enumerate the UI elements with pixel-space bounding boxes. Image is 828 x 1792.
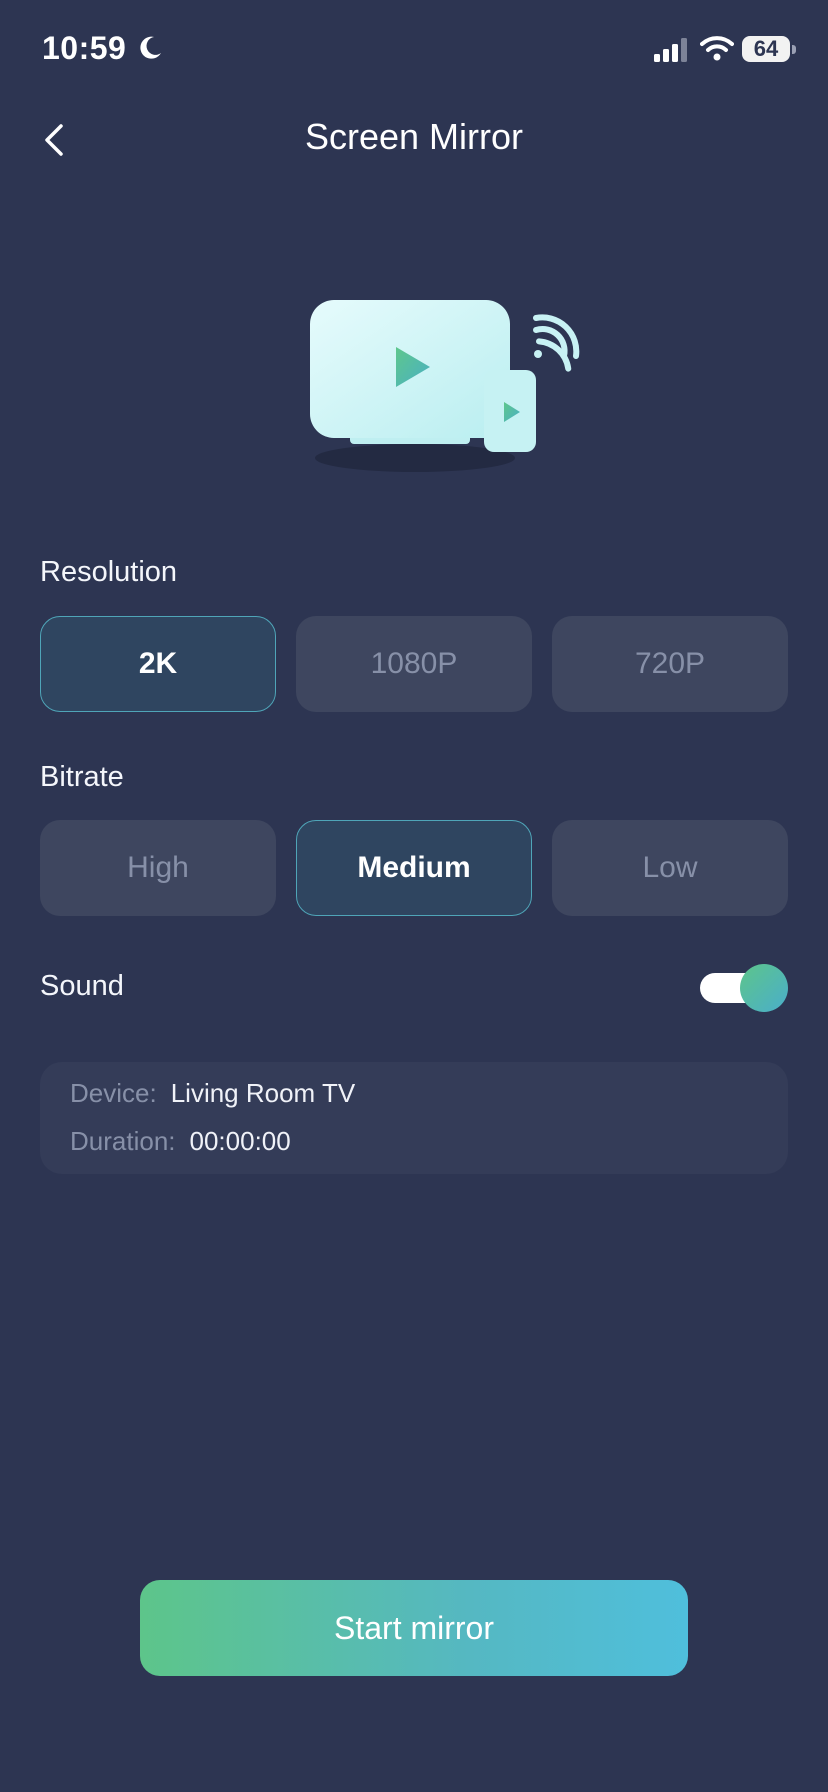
duration-value: 00:00:00 — [189, 1126, 291, 1156]
bitrate-option-low[interactable]: Low — [552, 820, 788, 916]
device-value: Living Room TV — [170, 1078, 356, 1108]
duration-key: Duration: — [70, 1126, 176, 1156]
sound-label: Sound — [40, 970, 124, 1002]
cellular-signal-icon — [654, 38, 687, 62]
start-mirror-button[interactable]: Start mirror — [140, 1580, 688, 1676]
chevron-left-icon — [45, 124, 63, 156]
device-key: Device: — [70, 1078, 157, 1108]
page-title: Screen Mirror — [304, 116, 524, 157]
resolution-option-720p[interactable]: 720P — [552, 616, 788, 712]
resolution-options: 2K 1080P 720P — [40, 616, 788, 712]
bitrate-option-medium[interactable]: Medium — [296, 820, 532, 916]
screen-mirror-illustration — [310, 300, 580, 472]
status-time: 10:59 — [42, 30, 127, 66]
bitrate-option-high[interactable]: High — [40, 820, 276, 916]
toggle-knob — [740, 964, 788, 1012]
battery-tip — [792, 45, 796, 54]
wifi-icon — [700, 36, 734, 61]
bitrate-options: High Medium Low — [40, 820, 788, 916]
device-row: Device: Living Room TV — [70, 1078, 355, 1109]
bitrate-label: Bitrate — [40, 761, 124, 793]
back-button[interactable] — [34, 118, 74, 162]
status-bar: 10:59 64 — [0, 0, 828, 100]
sound-toggle[interactable] — [700, 964, 788, 1012]
duration-row: Duration: 00:00:00 — [70, 1126, 291, 1157]
resolution-option-2k[interactable]: 2K — [40, 616, 276, 712]
battery-indicator: 64 — [742, 36, 790, 62]
connection-info-card: Device: Living Room TV Duration: 00:00:00 — [40, 1062, 788, 1174]
resolution-option-1080p[interactable]: 1080P — [296, 616, 532, 712]
moon-icon — [140, 36, 161, 59]
resolution-label: Resolution — [40, 556, 178, 588]
